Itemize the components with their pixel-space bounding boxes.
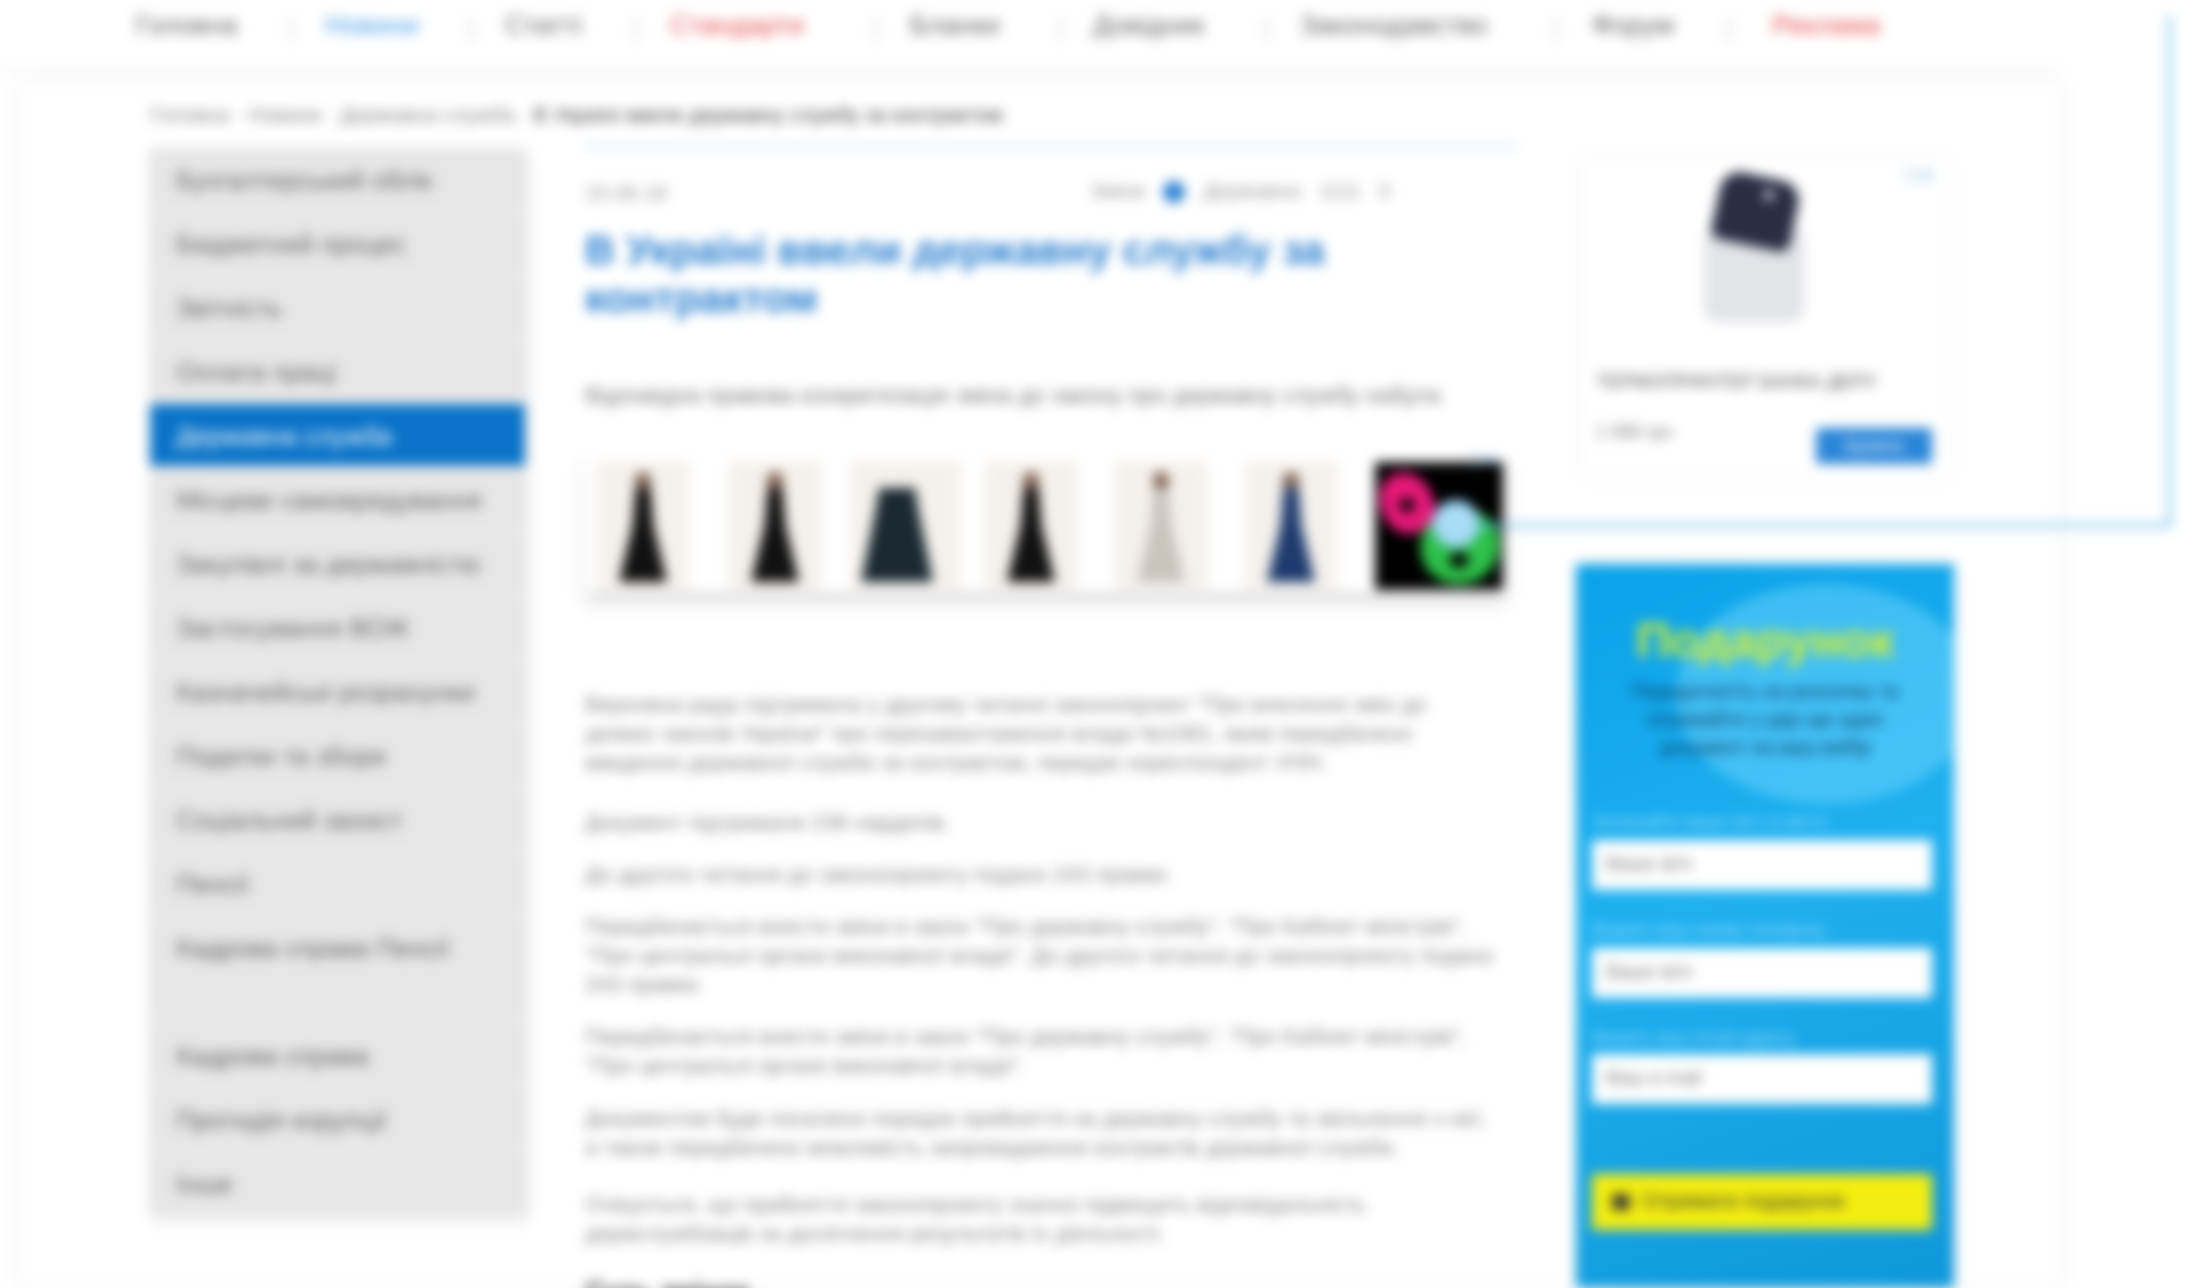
- article-comments[interactable]: 0: [1379, 180, 1391, 204]
- model-head: [1153, 472, 1169, 490]
- nav-separator: [470, 18, 472, 42]
- article-meta: Зміни Державна 1111 0: [1090, 180, 1391, 204]
- model-head: [1283, 472, 1299, 490]
- connector-line-vertical: [2168, 16, 2171, 526]
- phone-field[interactable]: [1592, 948, 1932, 998]
- ad-product-dress[interactable]: [985, 462, 1077, 590]
- article-author[interactable]: Державна: [1203, 180, 1301, 204]
- article-paragraph: Документ підтримали 236 нардепів.: [585, 810, 951, 835]
- email-field[interactable]: [1592, 1054, 1932, 1104]
- gift-subscription-widget: Подарунок Передплатіть на розсилку та от…: [1576, 564, 1954, 1288]
- ad-buy-button[interactable]: Купити: [1816, 428, 1932, 464]
- nav-item-forms[interactable]: Бланки: [910, 10, 1000, 41]
- nav-item-news[interactable]: Новини: [325, 10, 419, 41]
- get-gift-button-label: Отримати подарунок: [1642, 1190, 1846, 1213]
- nav-separator: [1265, 18, 1267, 42]
- field-label: Вкажіть ваш email-адресу: [1592, 1028, 1796, 1047]
- dress-image: [1007, 488, 1055, 582]
- breadcrumb-current: В Україні ввели державну службу за контр…: [533, 104, 1003, 127]
- model-head: [767, 472, 783, 490]
- sidebar-item[interactable]: Застосування ВОЖ: [150, 596, 525, 660]
- sidebar-item[interactable]: Кадрова справа Пенсії: [150, 916, 525, 1024]
- article-title: В Україні ввели державну службу за контр…: [585, 227, 1325, 321]
- sidebar-product-ad[interactable]: ⓘ✕ ТЕРМОПРИНТЕР БАНКА ДЕРУ 1 999 грн Куп…: [1580, 158, 1950, 478]
- thermal-printer-image: [1700, 168, 1810, 326]
- ad-product-dress[interactable]: [1245, 462, 1337, 590]
- nav-item-articles[interactable]: Статті: [505, 10, 582, 41]
- article-paragraph: До другого читання до законопроекту пода…: [585, 862, 1173, 887]
- dress-image: [619, 488, 667, 582]
- nav-separator: [290, 18, 292, 42]
- sidebar-item[interactable]: Пенсії: [150, 852, 525, 916]
- sidebar-item[interactable]: Оплата праці: [150, 340, 525, 404]
- ad-product-dress[interactable]: [597, 462, 689, 590]
- field-label: Вкажіть ваш номер телефону: [1592, 920, 1826, 939]
- nav-separator: [1728, 18, 1730, 42]
- article-paragraph: Документом буде посилено порядок прийнят…: [585, 1106, 1486, 1160]
- article-source[interactable]: Зміни: [1090, 180, 1145, 204]
- article-paragraph: Передбачається внести зміни в закон "Про…: [585, 914, 1494, 997]
- sidebar-item[interactable]: Звітність: [150, 276, 525, 340]
- connector-line-horizontal: [1472, 524, 2171, 527]
- sidebar-item[interactable]: Кадрова справа: [150, 1024, 525, 1088]
- printer-button: [1764, 190, 1774, 200]
- author-icon: [1163, 181, 1186, 203]
- article-subheading: Суть змінок: [585, 1276, 750, 1288]
- model-head: [635, 472, 651, 490]
- sidebar-item[interactable]: Інше: [150, 1152, 525, 1216]
- ad-close-icon[interactable]: ⓘ✕: [1904, 162, 1933, 186]
- article-paragraph: Очікується, що прийняття законопроекту з…: [585, 1192, 1366, 1246]
- sidebar-item[interactable]: Соціальний захист: [150, 788, 525, 852]
- gift-icon: [1612, 1194, 1630, 1210]
- nav-item-legislation[interactable]: Законодавство: [1300, 10, 1488, 41]
- ad-product-dress[interactable]: [729, 462, 821, 590]
- nav-separator: [1060, 18, 1062, 42]
- article-date: 15.06.18: [585, 182, 667, 205]
- nav-separator: [1555, 18, 1557, 42]
- logo-shape-hole: [1399, 498, 1415, 512]
- product-ad-strip[interactable]: ⓘ✕: [585, 452, 1505, 592]
- dress-image: [861, 488, 933, 582]
- article-lead: Відповідна правова конкретизація зміна д…: [585, 382, 1441, 408]
- nav-item-home[interactable]: Головна: [135, 10, 238, 41]
- nav-separator: [875, 18, 877, 42]
- sidebar-item[interactable]: Закупівлі за державністю: [150, 532, 525, 596]
- nav-item-standards[interactable]: Стандарти: [670, 10, 804, 41]
- nav-item-forum[interactable]: Форум: [1592, 10, 1674, 41]
- dress-image: [751, 488, 799, 582]
- connector-marker: [1432, 500, 1480, 548]
- dress-image: [1137, 488, 1185, 582]
- nav-item-reference[interactable]: Довідник: [1093, 10, 1205, 41]
- logo-shape-hole: [1449, 552, 1469, 568]
- article-views: 1111: [1318, 180, 1361, 203]
- sidebar-item[interactable]: Казначейські розрахунки: [150, 660, 525, 724]
- article-paragraph: Верховна рада підтримала у другому читан…: [585, 692, 1427, 775]
- ad-choices-icon[interactable]: ⓘ✕: [1469, 450, 1497, 471]
- breadcrumb-path[interactable]: Головна · Новини · Державна служба ·: [150, 104, 528, 127]
- sidebar-item[interactable]: Податки та збори: [150, 724, 525, 788]
- gift-subtitle: Передплатіть на розсилку та отримайте у …: [1631, 681, 1899, 759]
- ad-product-dress[interactable]: [851, 462, 961, 590]
- nav-item-advertising[interactable]: Реклама: [1772, 10, 1880, 41]
- sidebar-item-active[interactable]: Державна служба: [150, 404, 525, 468]
- top-navigation: Головна Новини Статті Стандарти Бланки Д…: [0, 0, 2060, 72]
- name-field[interactable]: [1592, 840, 1932, 890]
- article-top-rule: [585, 144, 1517, 148]
- model-head: [1023, 472, 1039, 490]
- sidebar-item[interactable]: Бюджетний процес: [150, 212, 525, 276]
- sidebar-item[interactable]: Бухгалтерський облік: [150, 148, 525, 212]
- ad-product-title[interactable]: ТЕРМОПРИНТЕР БАНКА ДЕРУ: [1596, 372, 1877, 394]
- sidebar-menu: Бухгалтерський облік Бюджетний процес Зв…: [150, 148, 525, 1216]
- nav-separator: [635, 18, 637, 42]
- breadcrumb: Головна · Новини · Державна служба · В У…: [150, 104, 1003, 128]
- ad-product-dress[interactable]: [1115, 462, 1207, 590]
- gift-title: Подарунок: [1635, 615, 1895, 668]
- sidebar-item[interactable]: Місцеве самоврядування: [150, 468, 525, 532]
- field-label: Залишайте ваше ім'я та місто: [1592, 812, 1828, 831]
- ad-product-price: 1 999 грн: [1596, 422, 1673, 442]
- article-paragraph: Передбачається внести зміни в закон "Про…: [585, 1024, 1466, 1078]
- get-gift-button[interactable]: Отримати подарунок: [1592, 1174, 1932, 1230]
- sidebar-item[interactable]: Протидія корупції: [150, 1088, 525, 1152]
- dress-image: [1267, 488, 1315, 582]
